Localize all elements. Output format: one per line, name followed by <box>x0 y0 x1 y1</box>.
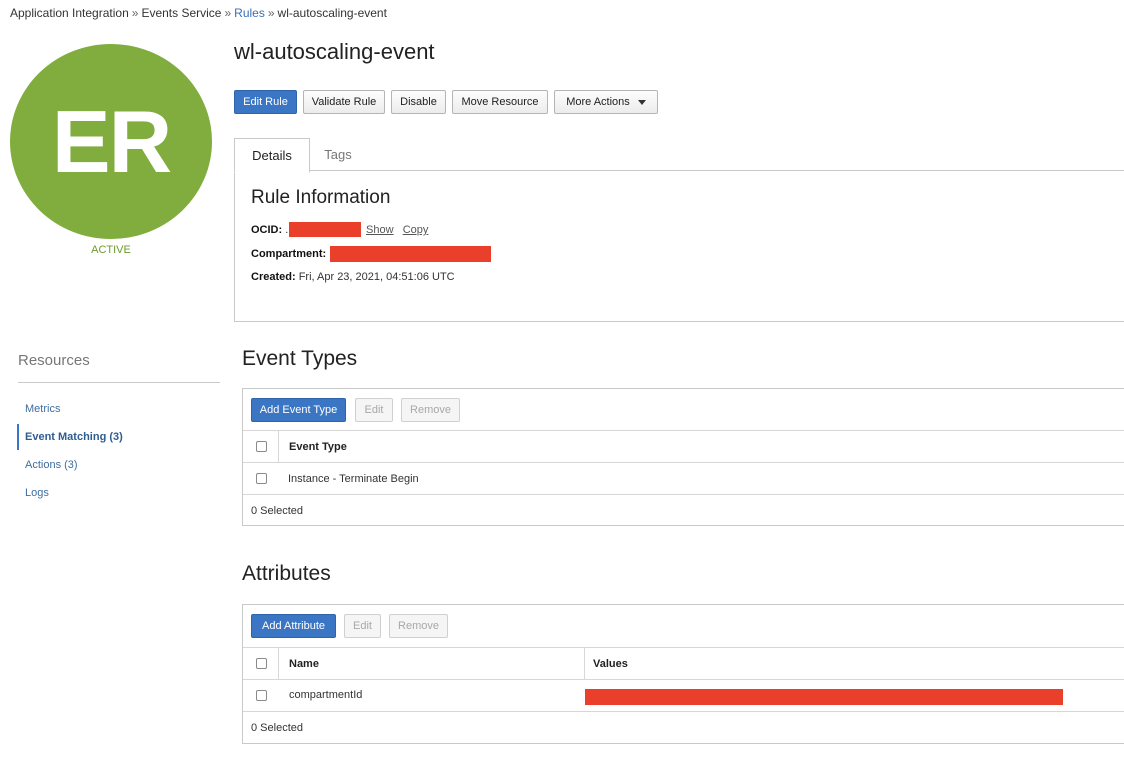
row-checkbox[interactable] <box>256 473 267 484</box>
breadcrumb-separator: » <box>267 6 275 20</box>
validate-rule-button[interactable]: Validate Rule <box>303 90 385 114</box>
more-actions-label: More Actions <box>566 96 630 108</box>
attribute-name-cell: compartmentId <box>289 689 363 701</box>
ocid-links: Show Copy <box>366 224 428 236</box>
values-redaction <box>585 689 1063 705</box>
created-label: Created: <box>251 271 296 283</box>
breadcrumb-events-service[interactable]: Events Service <box>141 6 221 20</box>
remove-attribute-button[interactable]: Remove <box>389 614 448 638</box>
ocid-label: OCID: <box>251 224 283 236</box>
breadcrumb: Application Integration» Events Service» R… <box>10 6 387 20</box>
select-all-checkbox[interactable] <box>256 658 267 669</box>
event-types-table: Add Event Type Edit Remove Event Type In… <box>242 388 1124 526</box>
ocid-redaction <box>289 222 361 237</box>
row-divider <box>243 462 1124 463</box>
more-actions-button[interactable]: More Actions <box>554 90 658 114</box>
column-divider <box>584 647 585 679</box>
compartment-label: Compartment: <box>251 248 327 260</box>
created-row: Created: Fri, Apr 23, 2021, 04:51:06 UTC <box>251 271 455 283</box>
row-divider <box>243 647 1124 648</box>
sidebar-item-logs[interactable]: Logs <box>25 487 49 499</box>
show-link[interactable]: Show <box>366 224 394 236</box>
selected-count: 0 Selected <box>251 722 303 734</box>
row-divider <box>243 711 1124 712</box>
event-types-heading: Event Types <box>242 347 358 370</box>
row-divider <box>243 494 1124 495</box>
copy-link[interactable]: Copy <box>403 224 429 236</box>
selected-count: 0 Selected <box>251 505 303 517</box>
row-divider <box>243 430 1124 431</box>
breadcrumb-current: wl-autoscaling-event <box>277 6 387 20</box>
status-label: ACTIVE <box>91 244 131 256</box>
resources-divider <box>18 382 220 383</box>
avatar-initials: ER <box>51 91 172 191</box>
name-column-header[interactable]: Name <box>289 658 319 670</box>
resources-title: Resources <box>18 352 90 369</box>
created-value: Fri, Apr 23, 2021, 04:51:06 UTC <box>298 271 455 283</box>
resource-avatar: ER <box>10 44 212 239</box>
sidebar-item-event-matching[interactable]: Event Matching (3) <box>25 431 123 443</box>
rule-information-heading: Rule Information <box>251 187 391 208</box>
caret-down-icon <box>637 100 646 105</box>
row-divider <box>243 679 1124 680</box>
breadcrumb-separator: » <box>131 6 139 20</box>
column-divider <box>278 430 279 462</box>
row-checkbox[interactable] <box>256 690 267 701</box>
add-event-type-button[interactable]: Add Event Type <box>251 398 346 422</box>
breadcrumb-application-integration[interactable]: Application Integration <box>10 6 129 20</box>
column-divider <box>278 647 279 679</box>
attributes-heading: Attributes <box>242 562 331 585</box>
tab-details[interactable]: Details <box>234 138 310 173</box>
ocid-prefix: . <box>285 224 289 236</box>
table-row: Instance - Terminate Begin <box>288 473 419 485</box>
compartment-redaction <box>330 246 491 262</box>
breadcrumb-rules[interactable]: Rules <box>234 6 265 20</box>
active-item-indicator <box>17 424 19 450</box>
sidebar-item-metrics[interactable]: Metrics <box>25 403 60 415</box>
ocid-row: OCID: . <box>251 224 288 236</box>
values-column-header[interactable]: Values <box>593 658 628 670</box>
breadcrumb-separator: » <box>224 6 232 20</box>
disable-button[interactable]: Disable <box>391 90 446 114</box>
edit-event-type-button[interactable]: Edit <box>355 398 393 422</box>
edit-rule-button[interactable]: Edit Rule <box>234 90 297 114</box>
compartment-row: Compartment: <box>251 248 326 260</box>
select-all-checkbox[interactable] <box>256 441 267 452</box>
tab-tags[interactable]: Tags <box>310 138 366 171</box>
remove-event-type-button[interactable]: Remove <box>401 398 460 422</box>
edit-attribute-button[interactable]: Edit <box>344 614 381 638</box>
page-title: wl-autoscaling-event <box>234 39 435 64</box>
sidebar-item-actions[interactable]: Actions (3) <box>25 459 78 471</box>
move-resource-button[interactable]: Move Resource <box>452 90 548 114</box>
add-attribute-button[interactable]: Add Attribute <box>251 614 336 638</box>
attributes-table: Add Attribute Edit Remove Name Values co… <box>242 604 1124 744</box>
event-type-column-header[interactable]: Event Type <box>289 441 347 453</box>
